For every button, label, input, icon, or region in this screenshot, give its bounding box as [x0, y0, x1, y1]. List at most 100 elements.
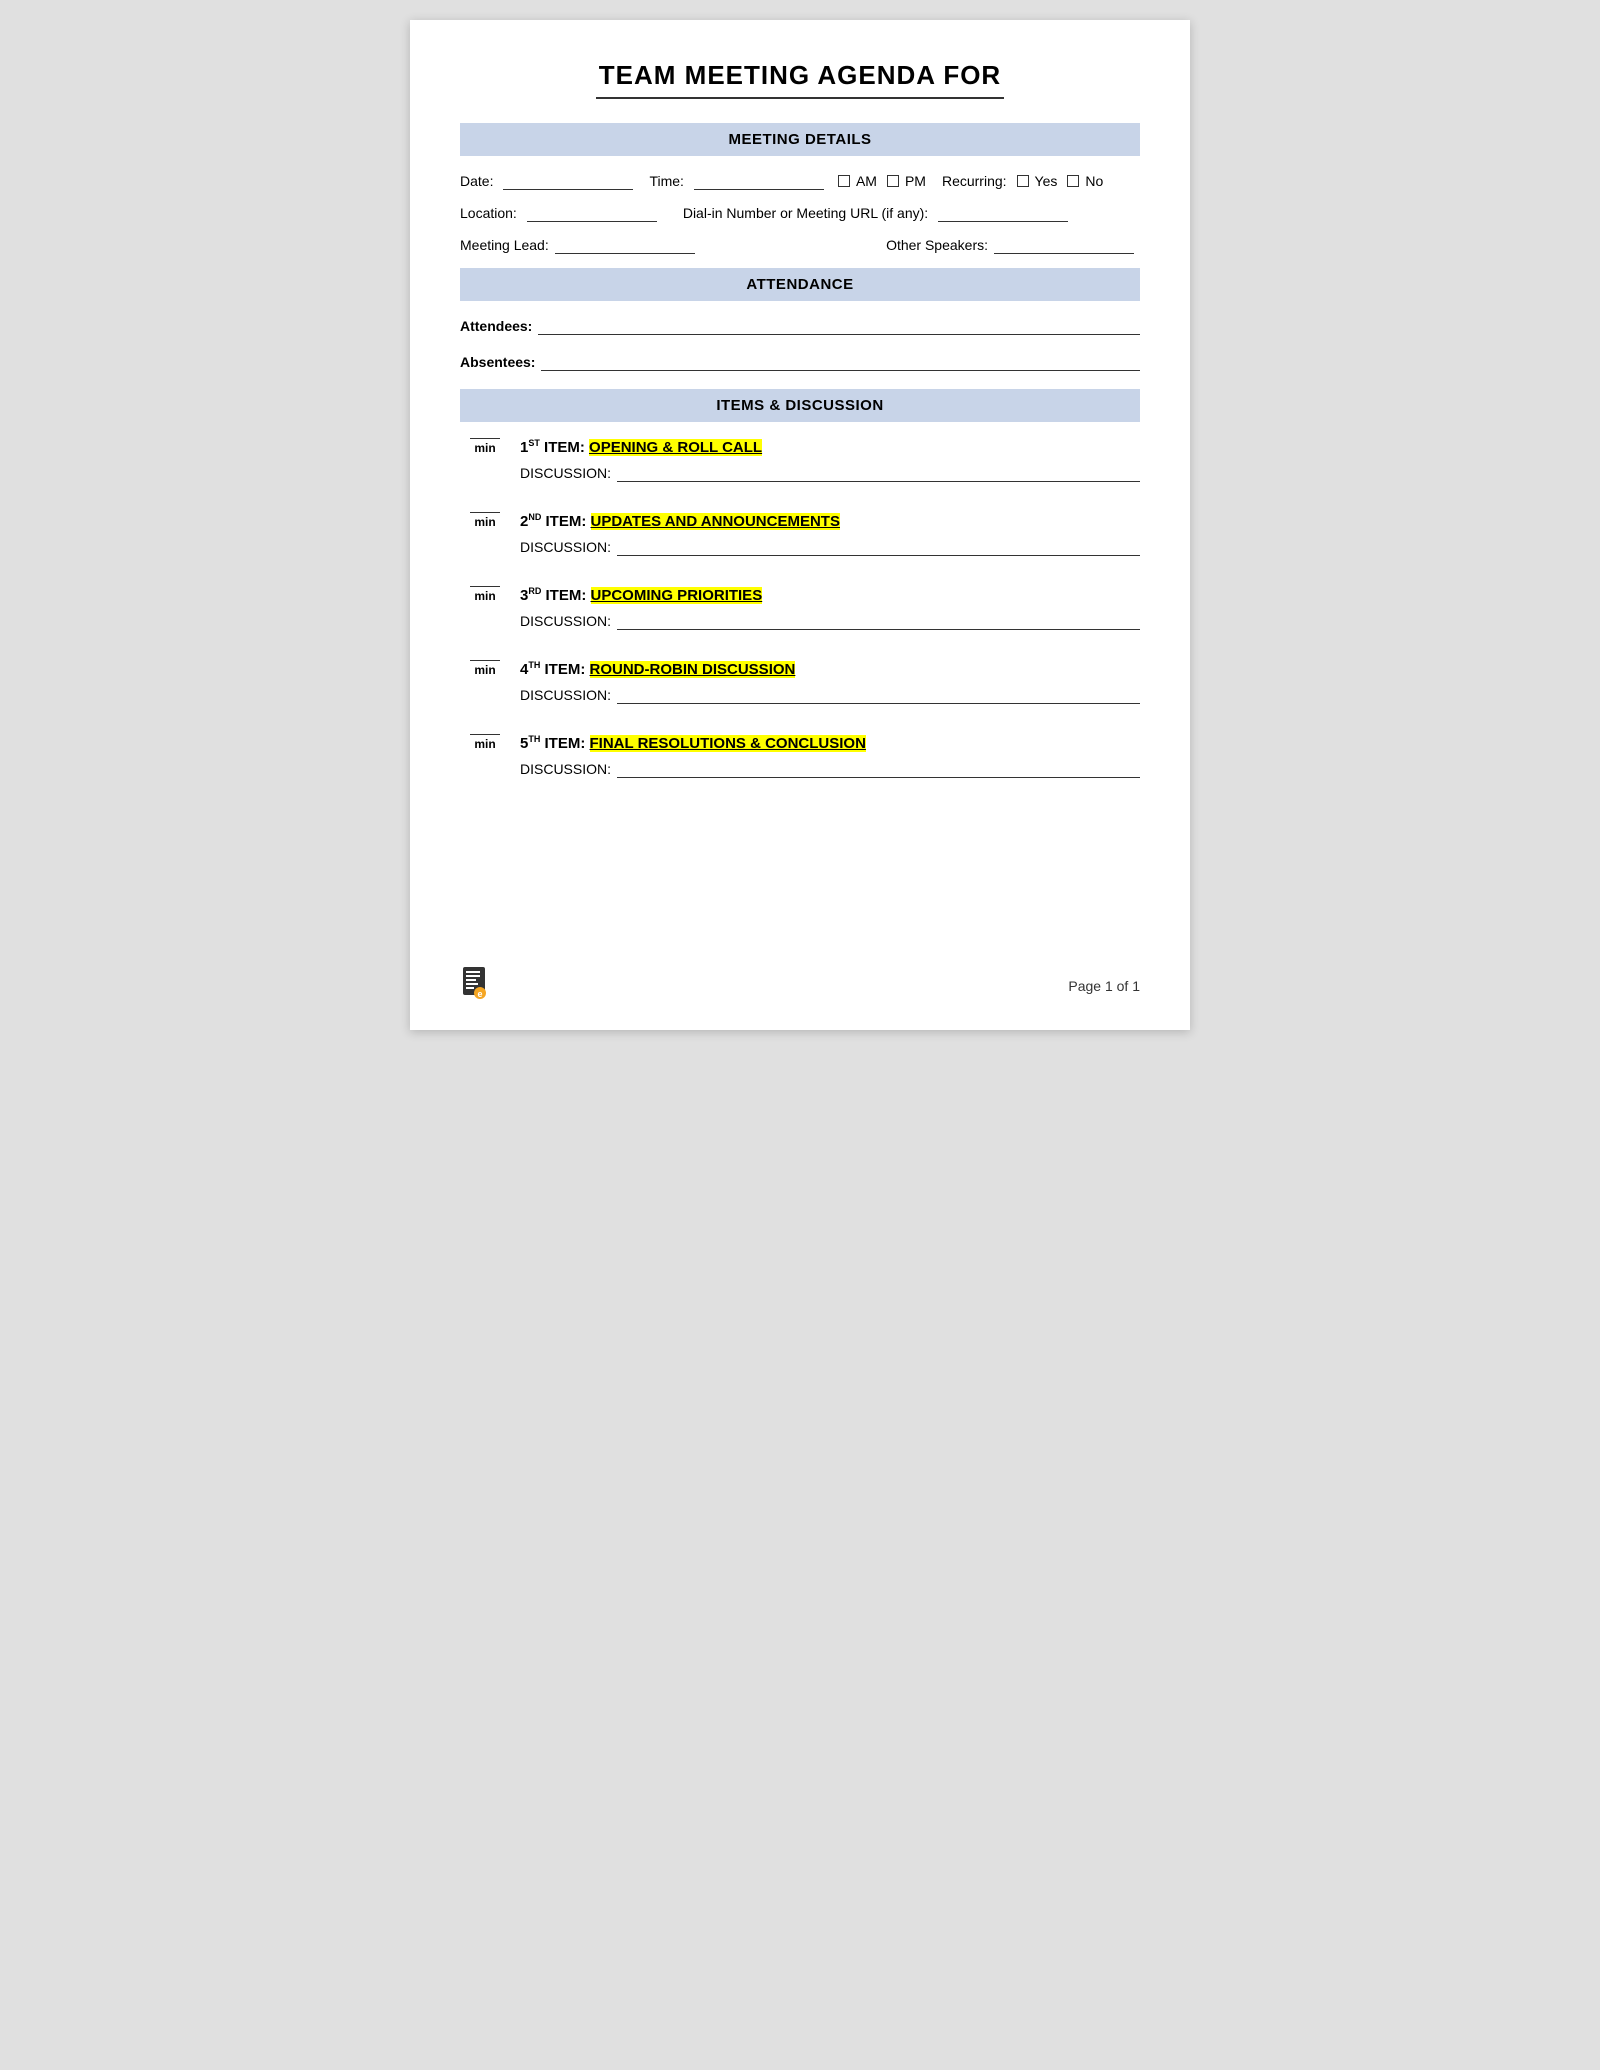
- item-2-disc-field[interactable]: [617, 538, 1140, 556]
- agenda-item-2: min 2ND ITEM: UPDATES AND ANNOUNCEMENTS …: [460, 512, 1140, 556]
- item-1-min-line: [470, 438, 500, 439]
- absentees-row: Absentees:: [460, 353, 1140, 371]
- attendees-label: Attendees:: [460, 318, 532, 334]
- brand-icon: e: [460, 967, 488, 1005]
- item-3-disc-field[interactable]: [617, 612, 1140, 630]
- pm-checkbox[interactable]: [887, 175, 899, 187]
- location-row: Location: Dial-in Number or Meeting URL …: [460, 204, 1140, 222]
- item-4-disc-label: DISCUSSION:: [520, 687, 611, 703]
- item-4-discussion: DISCUSSION:: [460, 686, 1140, 704]
- attendance-header: ATTENDANCE: [460, 268, 1140, 301]
- item-2-disc-label: DISCUSSION:: [520, 539, 611, 555]
- yes-label: Yes: [1035, 173, 1058, 189]
- item-5-min-col: min: [460, 734, 510, 751]
- item-5-title: 5TH ITEM: FINAL RESOLUTIONS & CONCLUSION: [520, 734, 866, 752]
- item-4-min-col: min: [460, 660, 510, 677]
- item-2-ordinal: ND: [528, 512, 541, 522]
- item-3-ordinal: RD: [528, 586, 541, 596]
- am-label: AM: [856, 173, 877, 189]
- item-1-ordinal: ST: [528, 438, 540, 448]
- document-page: TEAM MEETING AGENDA FOR MEETING DETAILS …: [410, 20, 1190, 1030]
- item-3-min-line: [470, 586, 500, 587]
- item-5-highlight: FINAL RESOLUTIONS & CONCLUSION: [590, 735, 866, 752]
- no-label: No: [1085, 173, 1103, 189]
- item-4-disc-field[interactable]: [617, 686, 1140, 704]
- date-label: Date:: [460, 173, 493, 189]
- lead-speakers-row: Meeting Lead: Other Speakers:: [460, 236, 1140, 254]
- item-2-header: min 2ND ITEM: UPDATES AND ANNOUNCEMENTS: [460, 512, 1140, 530]
- item-3-min-col: min: [460, 586, 510, 603]
- item-5-ordinal: TH: [528, 734, 540, 744]
- item-5-header: min 5TH ITEM: FINAL RESOLUTIONS & CONCLU…: [460, 734, 1140, 752]
- attendees-field[interactable]: [538, 317, 1140, 335]
- item-2-min-line: [470, 512, 500, 513]
- am-checkbox[interactable]: [838, 175, 850, 187]
- time-field[interactable]: [694, 172, 824, 190]
- items-section: ITEMS & DISCUSSION min 1ST ITEM: OPENING…: [460, 389, 1140, 778]
- page-footer: e Page 1 of 1: [460, 967, 1140, 1005]
- dialin-field[interactable]: [938, 204, 1068, 222]
- no-checkbox[interactable]: [1067, 175, 1079, 187]
- item-3-discussion: DISCUSSION:: [460, 612, 1140, 630]
- meeting-lead-field[interactable]: [555, 236, 695, 254]
- item-5-discussion: DISCUSSION:: [460, 760, 1140, 778]
- attendance-section: ATTENDANCE Attendees: Absentees:: [460, 268, 1140, 371]
- item-2-title: 2ND ITEM: UPDATES AND ANNOUNCEMENTS: [520, 512, 840, 530]
- item-1-min-label: min: [474, 441, 495, 455]
- recurring-label: Recurring:: [942, 173, 1007, 189]
- meeting-details-header: MEETING DETAILS: [460, 123, 1140, 156]
- meeting-lead-label: Meeting Lead:: [460, 237, 549, 253]
- item-5-min-label: min: [474, 737, 495, 751]
- agenda-item-3: min 3RD ITEM: UPCOMING PRIORITIES DISCUS…: [460, 586, 1140, 630]
- other-speakers-label: Other Speakers:: [886, 237, 988, 253]
- item-4-title: 4TH ITEM: ROUND-ROBIN DISCUSSION: [520, 660, 795, 678]
- item-2-min-col: min: [460, 512, 510, 529]
- item-4-header: min 4TH ITEM: ROUND-ROBIN DISCUSSION: [460, 660, 1140, 678]
- item-1-discussion: DISCUSSION:: [460, 464, 1140, 482]
- item-1-disc-label: DISCUSSION:: [520, 465, 611, 481]
- agenda-item-1: min 1ST ITEM: OPENING & ROLL CALL DISCUS…: [460, 438, 1140, 482]
- item-1-header: min 1ST ITEM: OPENING & ROLL CALL: [460, 438, 1140, 456]
- item-1-title: 1ST ITEM: OPENING & ROLL CALL: [520, 438, 762, 456]
- meeting-lead-group: Meeting Lead:: [460, 236, 701, 254]
- agenda-item-4: min 4TH ITEM: ROUND-ROBIN DISCUSSION DIS…: [460, 660, 1140, 704]
- svg-text:e: e: [477, 989, 482, 999]
- item-2-highlight: UPDATES AND ANNOUNCEMENTS: [591, 513, 840, 530]
- am-checkbox-group: AM PM Recurring: Yes No: [838, 173, 1103, 189]
- attendees-row: Attendees:: [460, 317, 1140, 335]
- item-1-min-col: min: [460, 438, 510, 455]
- item-1-disc-field[interactable]: [617, 464, 1140, 482]
- date-field[interactable]: [503, 172, 633, 190]
- brand-logo-icon: e: [460, 967, 488, 999]
- item-1-highlight: OPENING & ROLL CALL: [589, 439, 762, 456]
- absentees-field[interactable]: [541, 353, 1140, 371]
- other-speakers-group: Other Speakers:: [886, 236, 1140, 254]
- item-3-title: 3RD ITEM: UPCOMING PRIORITIES: [520, 586, 762, 604]
- item-3-min-label: min: [474, 589, 495, 603]
- pm-label: PM: [905, 173, 926, 189]
- item-4-ordinal: TH: [528, 660, 540, 670]
- other-speakers-field[interactable]: [994, 236, 1134, 254]
- item-3-highlight: UPCOMING PRIORITIES: [591, 587, 763, 604]
- yes-checkbox[interactable]: [1017, 175, 1029, 187]
- item-2-discussion: DISCUSSION:: [460, 538, 1140, 556]
- page-number: Page 1 of 1: [1068, 978, 1140, 994]
- item-4-min-label: min: [474, 663, 495, 677]
- items-header: ITEMS & DISCUSSION: [460, 389, 1140, 422]
- dialin-label: Dial-in Number or Meeting URL (if any):: [683, 205, 928, 221]
- date-time-row: Date: Time: AM PM Recurring: Yes No: [460, 172, 1140, 190]
- item-4-min-line: [470, 660, 500, 661]
- location-field[interactable]: [527, 204, 657, 222]
- item-3-disc-label: DISCUSSION:: [520, 613, 611, 629]
- meeting-details-section: MEETING DETAILS Date: Time: AM PM Recurr…: [460, 123, 1140, 254]
- page-title: TEAM MEETING AGENDA FOR: [460, 60, 1140, 91]
- item-2-min-label: min: [474, 515, 495, 529]
- item-5-disc-field[interactable]: [617, 760, 1140, 778]
- item-4-highlight: ROUND-ROBIN DISCUSSION: [590, 661, 796, 678]
- item-3-header: min 3RD ITEM: UPCOMING PRIORITIES: [460, 586, 1140, 604]
- title-underline: [596, 97, 1004, 99]
- absentees-label: Absentees:: [460, 354, 535, 370]
- item-5-min-line: [470, 734, 500, 735]
- time-label: Time:: [649, 173, 683, 189]
- item-5-disc-label: DISCUSSION:: [520, 761, 611, 777]
